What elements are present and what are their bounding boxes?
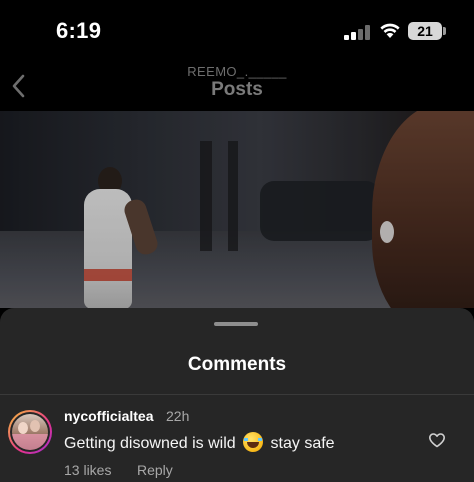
status-time: 6:19: [56, 18, 102, 43]
comments-title: Comments: [187, 354, 287, 375]
signal-icon: [344, 25, 372, 40]
divider: [0, 394, 474, 395]
comment-timestamp: 22h: [166, 408, 190, 424]
comments-sheet: Comments nycofficialtea 22h Getting diso…: [0, 308, 474, 482]
header-username: REEMO_._____: [187, 64, 287, 79]
comment-item: nycofficialtea 22h Getting disowned is w…: [0, 402, 474, 482]
wifi-icon: [378, 21, 402, 39]
avatar-image: [12, 414, 48, 450]
status-bar: 6:19 21: [0, 0, 474, 62]
comment-text-end: stay safe: [270, 435, 335, 452]
laughing-emoji-icon: [243, 432, 264, 452]
battery-icon: 21: [408, 22, 442, 40]
heart-outline-icon: [429, 433, 445, 448]
page-title: Posts: [211, 79, 263, 100]
comment-username[interactable]: nycofficialtea: [64, 408, 153, 424]
battery-tip: [443, 27, 446, 35]
comment-text-start: Getting disowned is wild: [64, 435, 236, 452]
posts-header: REEMO_._____ Posts: [0, 62, 474, 112]
post-video[interactable]: [0, 111, 474, 308]
comment-text: Getting disowned is wild stay safe: [64, 432, 335, 453]
sheet-drag-handle[interactable]: [214, 322, 258, 326]
comment-likes[interactable]: 13 likes: [64, 462, 111, 478]
like-comment-button[interactable]: [427, 430, 447, 450]
reply-button[interactable]: Reply: [137, 462, 173, 478]
avatar[interactable]: [8, 410, 52, 454]
